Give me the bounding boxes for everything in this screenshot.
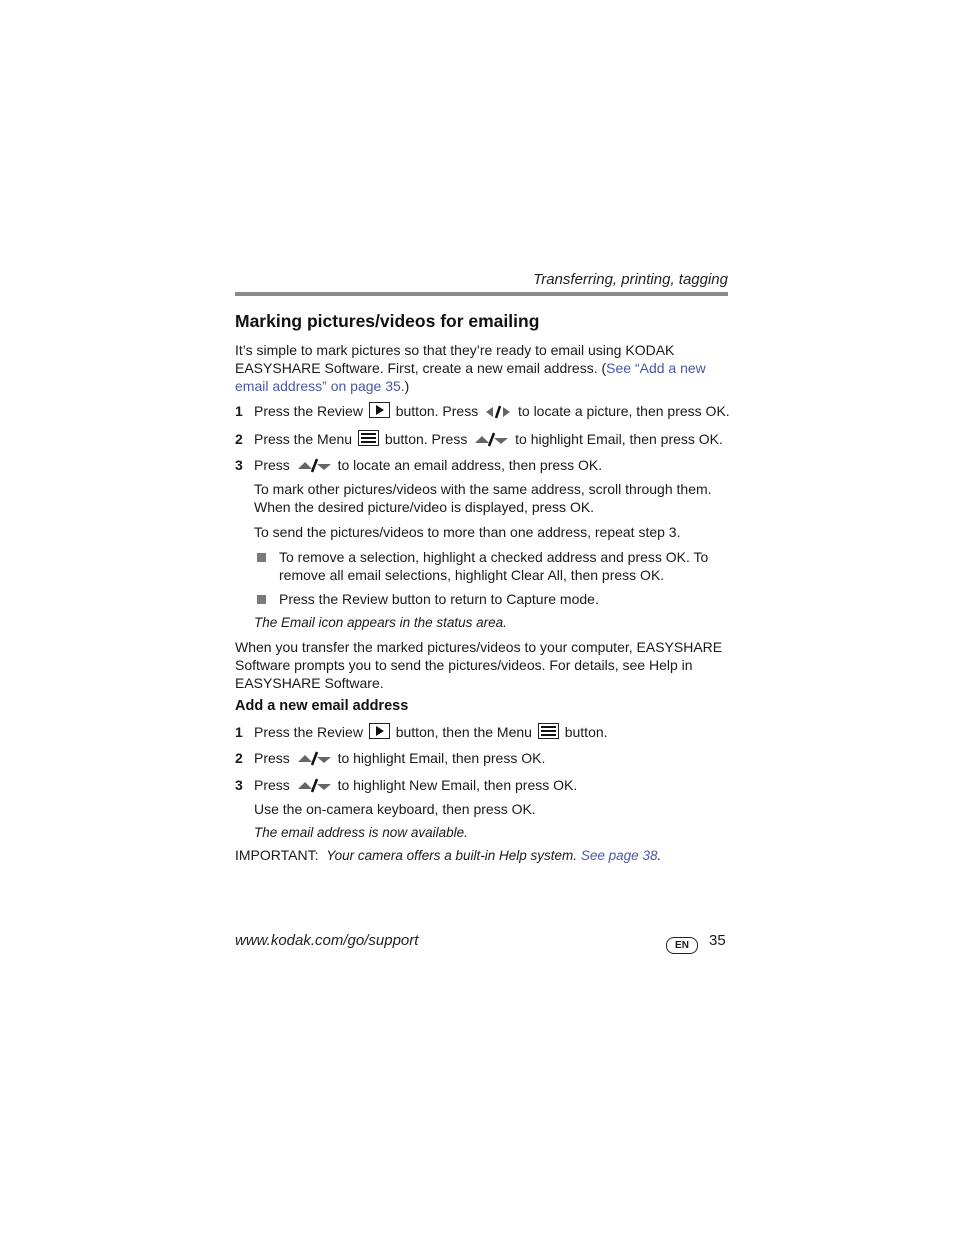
important-end: .	[657, 848, 662, 863]
header-rule	[235, 292, 728, 296]
menu-button-icon	[537, 723, 559, 739]
page-title: Marking pictures/videos for emailing	[235, 311, 540, 331]
left-right-arrows-icon	[486, 405, 511, 419]
review-button-icon	[368, 402, 390, 418]
square-bullet-icon	[257, 595, 266, 604]
running-header: Transferring, printing, tagging	[533, 271, 728, 288]
step-text: to highlight New Email, then press OK.	[337, 777, 578, 793]
step-text: to highlight Email, then press OK.	[337, 750, 546, 766]
bullet-item: To remove a selection, highlight a check…	[235, 548, 728, 584]
footer-url[interactable]: www.kodak.com/go/support	[235, 932, 418, 949]
step-text: Press the Menu	[254, 431, 353, 447]
step-number: 2	[235, 431, 243, 447]
step-text: to locate a picture, then press OK.	[518, 403, 730, 419]
step-text: to locate an email address, then press O…	[337, 457, 603, 473]
menu-button-icon	[357, 430, 379, 446]
intro-close: )	[404, 378, 410, 394]
step-number: 3	[235, 457, 243, 473]
square-bullet-icon	[257, 553, 266, 562]
important-label: IMPORTANT:	[235, 847, 319, 863]
important-link[interactable]: See page 38	[581, 848, 658, 863]
language-badge: EN	[666, 937, 698, 954]
important-note: IMPORTANT: Your camera offers a built-in…	[235, 846, 661, 865]
step3-note-1: To mark other pictures/videos with the s…	[254, 481, 712, 515]
step-number: 1	[235, 724, 243, 740]
bullet-text: Press the Review button to return to Cap…	[279, 591, 599, 607]
step-text: button. Press	[395, 403, 479, 419]
step-number: 2	[235, 750, 243, 766]
sub-note: Use the on-camera keyboard, then press O…	[254, 801, 536, 817]
step-text: Press the Review	[254, 724, 363, 740]
step-text: Press the Review	[254, 403, 363, 419]
transfer-paragraph: When you transfer the marked pictures/vi…	[235, 639, 723, 691]
intro-paragraph: It’s simple to mark pictures so that the…	[235, 341, 728, 395]
important-text: Your camera offers a built-in Help syste…	[326, 848, 577, 863]
step-number: 3	[235, 777, 243, 793]
step-text: button. Press	[384, 431, 468, 447]
up-down-arrows-icon	[297, 458, 331, 473]
step-text: Press	[254, 777, 290, 793]
up-down-arrows-icon	[297, 751, 331, 766]
sub-result: The email address is now available.	[254, 825, 468, 840]
review-button-icon	[368, 723, 390, 739]
page-number: 35	[709, 932, 726, 949]
step-text: button.	[564, 724, 608, 740]
result-note: The Email icon appears in the status are…	[254, 615, 507, 630]
step-text: to highlight Email, then press OK.	[515, 431, 723, 447]
up-down-arrows-icon	[297, 778, 331, 793]
step-text: Press	[254, 457, 290, 473]
bullet-text: To remove a selection, highlight a check…	[279, 549, 709, 583]
step-number: 1	[235, 403, 243, 419]
step-text: button, then the Menu	[395, 724, 532, 740]
subheading: Add a new email address	[235, 698, 409, 714]
step3-note-2: To send the pictures/videos to more than…	[254, 524, 681, 540]
bullet-item: Press the Review button to return to Cap…	[235, 590, 728, 608]
step-text: Press	[254, 750, 290, 766]
up-down-arrows-icon	[475, 432, 509, 447]
